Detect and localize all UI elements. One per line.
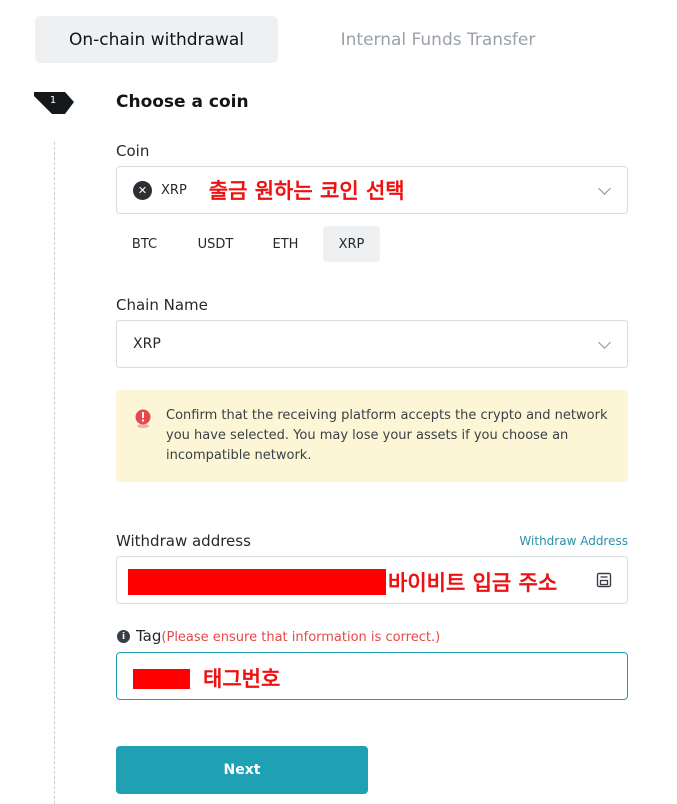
coin-chip-btc[interactable]: BTC [116, 226, 173, 262]
chevron-down-icon [598, 336, 611, 349]
tag-label-text: Tag [136, 627, 162, 645]
address-book-icon[interactable] [596, 572, 612, 588]
coin-label: Coin [116, 142, 150, 160]
info-icon: i [117, 630, 130, 643]
section-title: Choose a coin [116, 92, 249, 112]
next-button[interactable]: Next [116, 746, 368, 794]
address-annotation: 바이비트 입금 주소 [388, 571, 558, 595]
coin-selected-value: XRP [161, 182, 187, 198]
chain-selected-value: XRP [133, 336, 161, 352]
redacted-address [128, 569, 386, 595]
warning-alert-icon [135, 409, 151, 428]
withdraw-address-label: Withdraw address [116, 532, 251, 550]
xrp-coin-icon: ✕ [133, 180, 152, 200]
coin-chip-eth[interactable]: ETH [257, 226, 314, 262]
tag-note: (Please ensure that information is corre… [161, 630, 441, 645]
tag-input[interactable]: 태그번호 [116, 652, 628, 700]
withdraw-address-input[interactable]: 바이비트 입금 주소 [116, 556, 628, 604]
redacted-tag [133, 669, 190, 689]
coin-annotation: 출금 원하는 코인 선택 [208, 179, 405, 203]
coin-select[interactable]: ✕ XRP 출금 원하는 코인 선택 [116, 166, 628, 214]
withdraw-address-link[interactable]: Withdraw Address [519, 534, 628, 548]
chain-select[interactable]: XRP [116, 320, 628, 368]
tab-onchain-withdrawal[interactable]: On-chain withdrawal [35, 16, 278, 63]
svg-text:1: 1 [50, 95, 56, 106]
network-warning: Confirm that the receiving platform acce… [116, 390, 628, 482]
step-number-badge: 1 [34, 92, 74, 114]
chain-name-label: Chain Name [116, 296, 208, 314]
warning-text: Confirm that the receiving platform acce… [166, 408, 608, 463]
chevron-down-icon [598, 182, 611, 195]
tag-annotation: 태그번호 [203, 667, 281, 691]
tag-label: Tag(Please ensure that information is co… [136, 627, 440, 645]
step-connector-line [54, 142, 55, 804]
coin-chip-xrp[interactable]: XRP [323, 226, 380, 262]
tab-internal-funds-transfer[interactable]: Internal Funds Transfer [303, 16, 573, 63]
coin-chip-usdt[interactable]: USDT [187, 226, 244, 262]
